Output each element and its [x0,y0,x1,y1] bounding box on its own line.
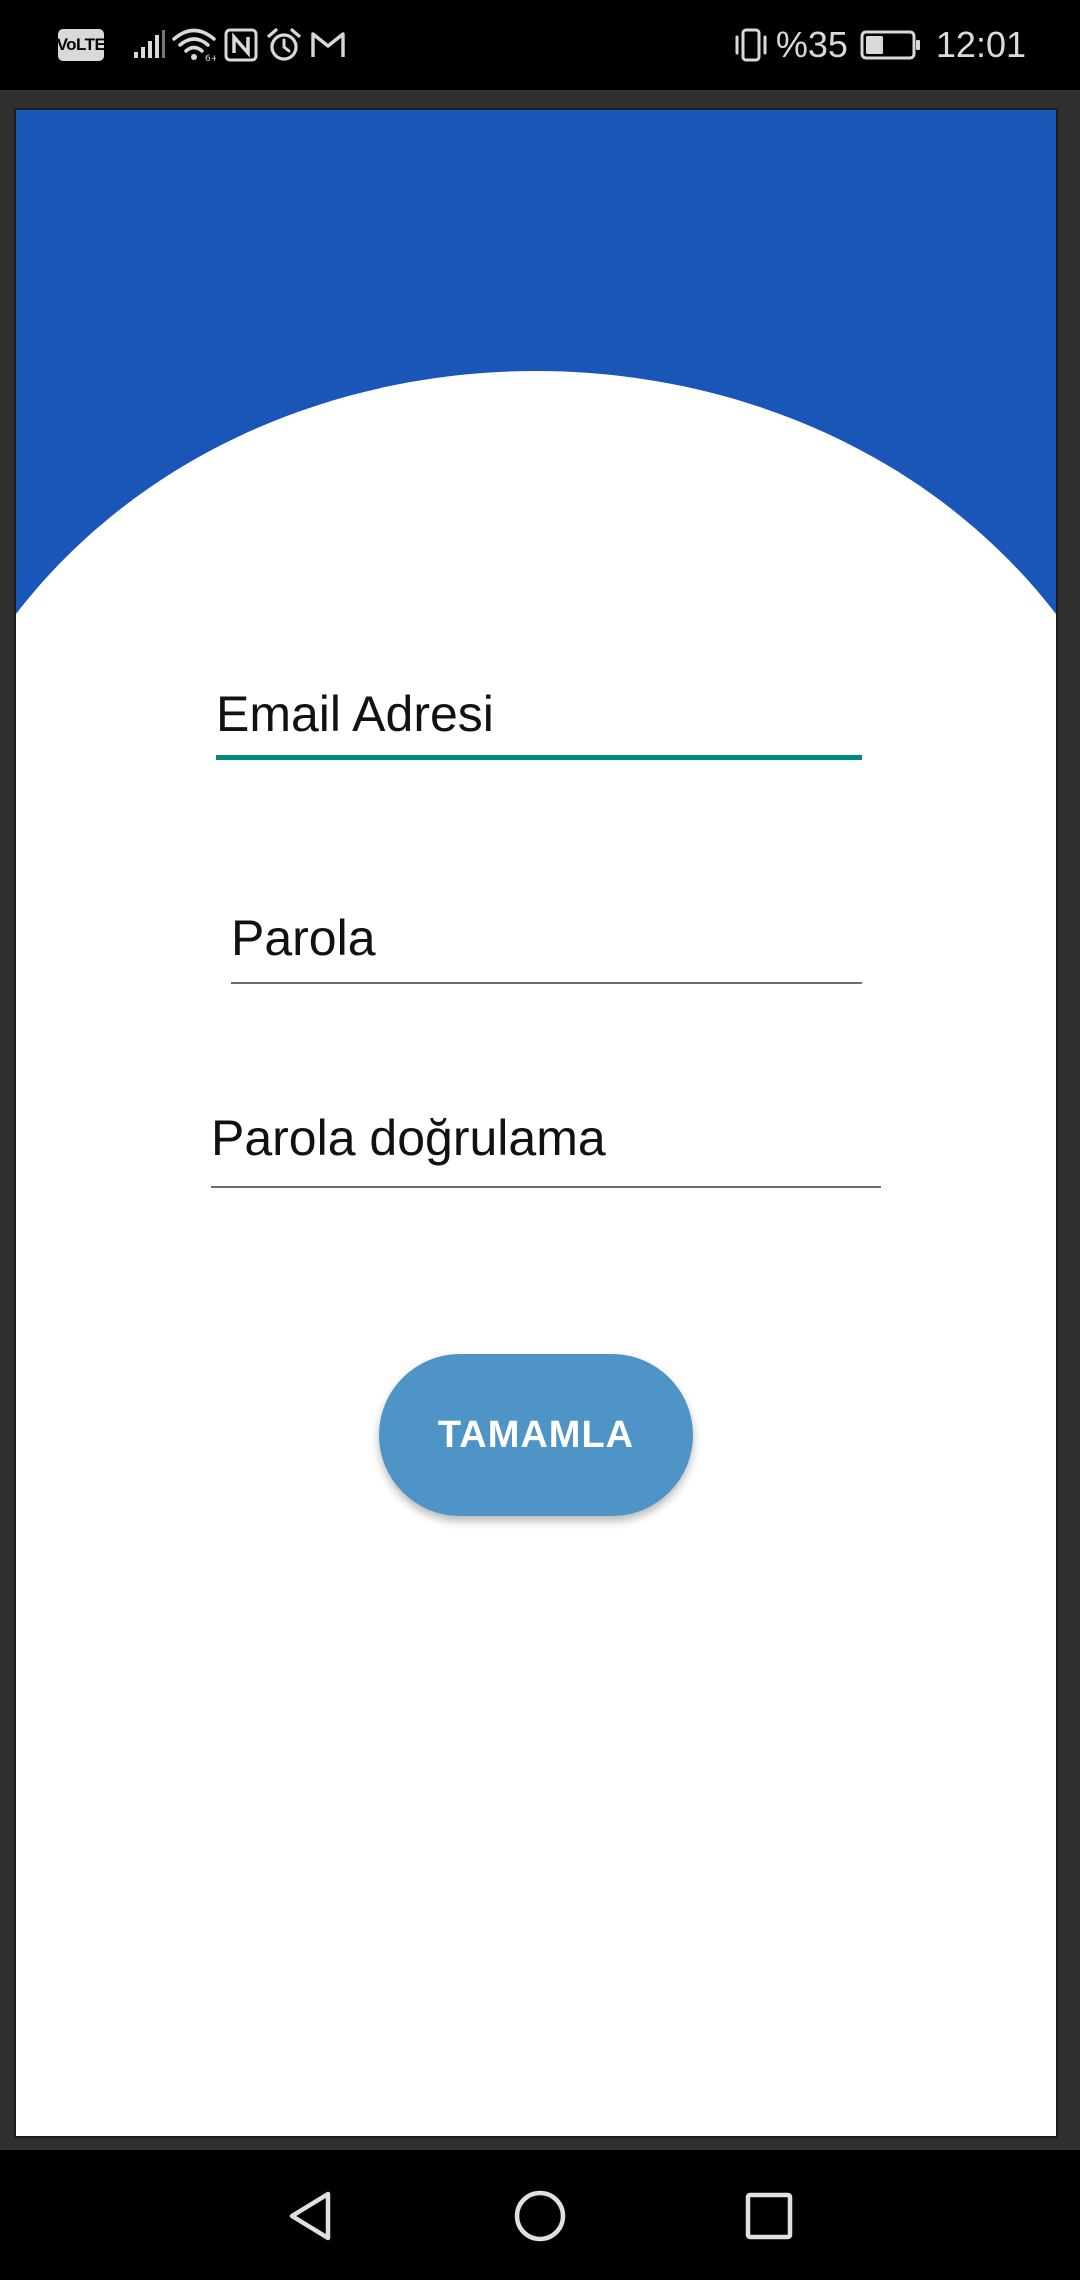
status-bar: VoLTE 6+ %35 12:01 [0,0,1080,90]
app-window: Email Adresi Parola Parola doğrulama TAM… [16,110,1056,2136]
status-bar-left: VoLTE 6+ [57,22,346,68]
complete-button[interactable]: TAMAMLA [379,1354,693,1516]
password-field[interactable]: Parola [231,908,862,984]
password-confirm-field-underline [211,1186,881,1188]
email-field-label: Email Adresi [216,686,494,742]
alarm-icon [266,27,302,63]
wifi-icon: 6+ [172,28,216,62]
battery-percent: %35 [775,24,848,65]
gmail-icon [310,30,346,60]
battery-icon [860,30,922,60]
email-field[interactable]: Email Adresi [216,684,862,760]
volte-icon: VoLTE [57,29,106,61]
header-arc [16,110,1056,614]
home-icon[interactable] [504,2180,576,2252]
nfc-icon [224,28,258,62]
password-confirm-field[interactable]: Parola doğrulama [211,1108,881,1188]
password-confirm-field-label: Parola doğrulama [211,1110,606,1166]
navigation-bar [0,2150,1080,2280]
signal-icon [132,30,166,60]
password-field-underline [231,982,862,984]
recents-icon[interactable] [733,2180,805,2252]
password-field-label: Parola [231,910,376,966]
phone-screen: VoLTE 6+ %35 12:01 Email Adresi Parola P… [0,0,1080,2280]
clock: 12:01 [935,24,1026,65]
status-bar-right: %35 12:01 [732,18,1026,72]
vibrate-icon [732,27,770,63]
back-icon[interactable] [274,2180,346,2252]
email-field-underline [216,755,862,760]
svg-text:6+: 6+ [205,54,216,62]
